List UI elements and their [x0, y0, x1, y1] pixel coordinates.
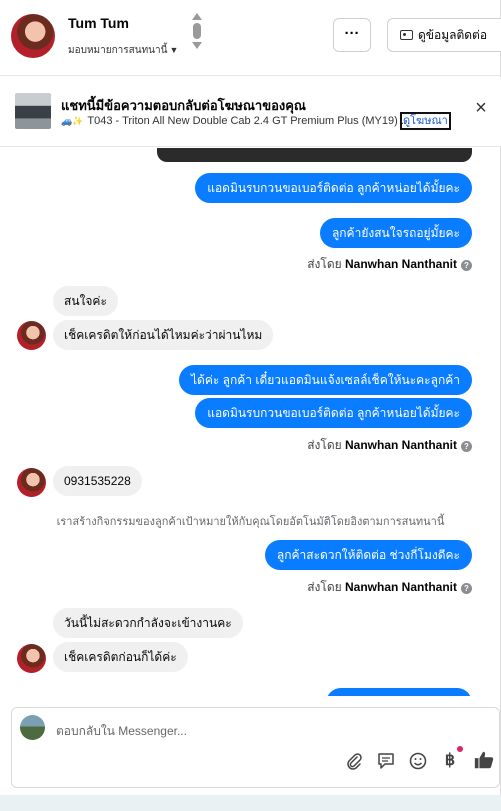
conversation-header: Tum Tum มอบหมายการสนทนานี้ ▼ ··· ดูข้อมูล…: [0, 0, 501, 76]
message-bubble-outgoing[interactable]: แอดมินรบกวนขอเบอร์ติดต่อ ลูกค้าหน่อยได้ม…: [195, 173, 472, 203]
message-bubble-partial: [326, 688, 472, 696]
nav-handle: [193, 23, 201, 39]
message-bubble-outgoing[interactable]: ลูกค้าสะดวกให้ติดต่อ ช่วงกี่โมงดีคะ: [264, 540, 472, 570]
message-bubble-incoming[interactable]: เช็คเครดิตให้ก่อนได้ไหมค่ะว่าผ่านไหม: [53, 320, 274, 350]
ad-banner-title: แชทนี้มีข้อความตอบกลับต่อโฆษณาของคุณ: [61, 98, 306, 113]
baht-icon[interactable]: ฿: [440, 751, 460, 771]
message-thread[interactable]: แอดมินรบกวนขอเบอร์ติดต่อ ลูกค้าหน่อยได้ม…: [0, 148, 501, 696]
message-bubble-partial: [157, 148, 472, 162]
ad-name: T043 - Triton All New Double Cab 2.4 GT …: [87, 115, 411, 127]
sent-by-label: ส่งโดย Nanwhan Nanthanit?: [307, 436, 472, 455]
paperclip-icon[interactable]: [344, 751, 364, 771]
conversation-nav-arrows[interactable]: [191, 13, 203, 57]
message-bubble-outgoing[interactable]: ลูกค้ายังสนใจรถอยู่มั้ยคะ: [319, 218, 472, 248]
ad-banner-subtitle: 🚙✨ T043 - Triton All New Double Cab 2.4 G…: [61, 115, 410, 127]
view-contact-info-button[interactable]: ดูข้อมูลติดต่อ: [387, 18, 501, 52]
help-icon[interactable]: ?: [461, 583, 472, 594]
sender-name: Nanwhan Nanthanit: [344, 580, 457, 594]
car-emoji-icon: 🚙✨: [61, 116, 84, 126]
help-icon[interactable]: ?: [461, 441, 472, 452]
message-bubble-incoming[interactable]: วันนี้ไม่สะดวกกำลังจะเข้างานคะ: [53, 608, 243, 638]
message-bubble-outgoing[interactable]: แอดมินรบกวนขอเบอร์ติดต่อ ลูกค้าหน่อยได้ม…: [195, 398, 472, 428]
contact-avatar[interactable]: [11, 14, 55, 58]
arrow-up-icon[interactable]: [192, 13, 202, 20]
contact-card-icon: [400, 30, 413, 40]
message-bubble-incoming[interactable]: เช็คเครดิตก่อนก็ได้ค่ะ: [53, 642, 188, 672]
sender-name: Nanwhan Nanthanit: [344, 438, 457, 452]
view-ad-link[interactable]: ดูโฆษณา: [400, 112, 451, 130]
assign-label: มอบหมายการสนทนานี้: [68, 45, 168, 56]
help-icon[interactable]: ?: [461, 260, 472, 271]
reply-composer[interactable]: ตอบกลับใน Messenger... ฿: [11, 707, 500, 788]
message-bubble-outgoing[interactable]: ได้ค่ะ ลูกค้า เดี๋ยวแอดมินแจ้งเซลล์เช็คใ…: [179, 365, 472, 395]
close-icon[interactable]: ×: [472, 98, 490, 118]
ad-thumbnail: [15, 93, 51, 129]
contact-avatar-small: [17, 468, 46, 497]
contact-avatar-small: [17, 321, 46, 350]
messenger-panel: Tum Tum มอบหมายการสนทนานี้ ▼ ··· ดูข้อมูล…: [0, 0, 501, 795]
ad-reply-banner: แชทนี้มีข้อความตอบกลับต่อโฆษณาของคุณ 🚙✨ T…: [0, 77, 501, 147]
message-bubble-incoming[interactable]: 0931535228: [53, 466, 142, 496]
message-bubble-incoming[interactable]: สนใจค่ะ: [53, 286, 118, 316]
contact-avatar-small: [17, 644, 46, 673]
sent-by-label: ส่งโดย Nanwhan Nanthanit?: [307, 578, 472, 597]
view-contact-info-label: ดูข้อมูลติดต่อ: [418, 28, 488, 42]
notification-dot: [457, 746, 463, 752]
arrow-down-icon[interactable]: [192, 42, 202, 49]
sender-name: Nanwhan Nanthanit: [344, 257, 457, 271]
assign-conversation-dropdown[interactable]: มอบหมายการสนทนานี้ ▼: [68, 43, 178, 58]
emoji-icon[interactable]: [408, 751, 428, 771]
more-options-button[interactable]: ···: [333, 18, 371, 52]
sent-by-label: ส่งโดย Nanwhan Nanthanit?: [307, 255, 472, 274]
thumbs-up-icon[interactable]: [473, 749, 495, 771]
caret-down-icon: ▼: [169, 45, 179, 55]
page-avatar: [20, 715, 45, 740]
contact-name[interactable]: Tum Tum: [68, 15, 129, 31]
reply-input[interactable]: ตอบกลับใน Messenger...: [56, 722, 187, 741]
automated-activity-notice: เราสร้างกิจกรรมของลูกค้าเป้าหมายให้กับคุ…: [56, 516, 445, 528]
saved-reply-icon[interactable]: [376, 751, 396, 771]
